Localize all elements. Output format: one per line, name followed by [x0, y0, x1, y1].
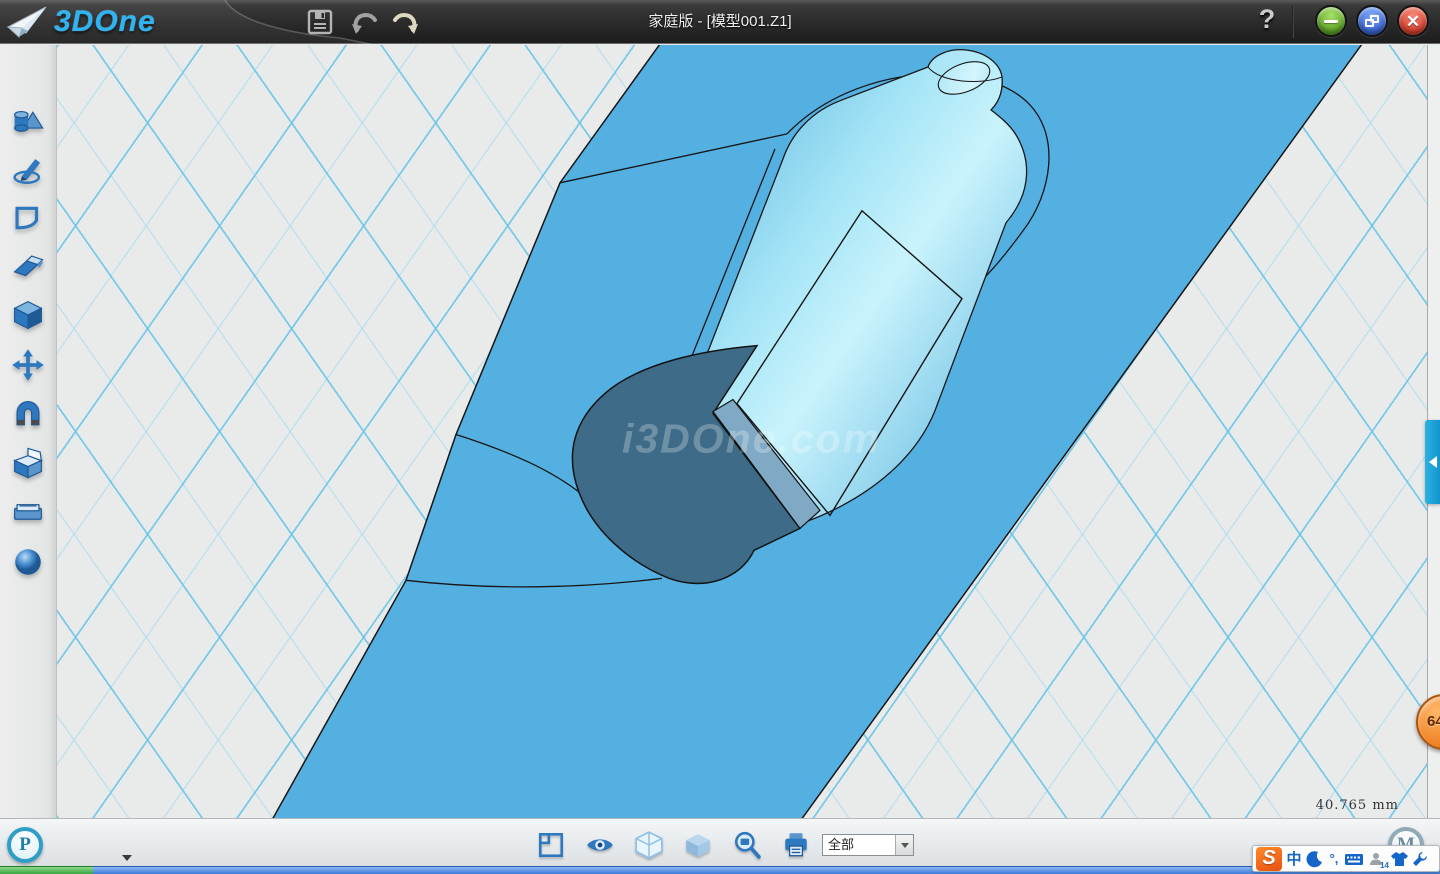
restore-button[interactable]: [1356, 5, 1388, 37]
moon-icon[interactable]: [1306, 848, 1324, 870]
close-button[interactable]: ✕: [1397, 5, 1429, 37]
3d-canvas: i3DOne.com: [57, 45, 1427, 818]
snap-magnet-tool[interactable]: [11, 398, 45, 432]
title-bar: 3DOne 家庭版 - [模型001.Z1] ? ✕: [0, 0, 1440, 44]
left-toolbar: [0, 45, 57, 818]
plugin-p-badge[interactable]: P: [7, 827, 43, 863]
3done-app-window: { "window": { "brand": "3DOne", "title":…: [0, 0, 1440, 874]
panel-expand-tab[interactable]: [1425, 420, 1440, 504]
shaded-cube-icon[interactable]: [683, 830, 713, 860]
ime-user-badge: 14: [1380, 861, 1389, 870]
display-filter-value: 全部: [823, 835, 895, 855]
layout-corner-icon[interactable]: [536, 830, 566, 860]
display-filter-dropdown[interactable]: 全部: [822, 834, 914, 856]
chevron-down-icon: [901, 843, 909, 848]
titlebar-separator: [1292, 6, 1294, 38]
dropdown-button[interactable]: [895, 835, 913, 855]
ime-language-toggle[interactable]: 中: [1284, 848, 1304, 870]
collapse-arrow-icon: [1429, 456, 1437, 468]
special-shape-tool[interactable]: [11, 446, 45, 480]
taskbar-blue-segment[interactable]: [93, 866, 1440, 874]
bottom-status-bar: P 全部 M: [0, 818, 1440, 866]
measurement-label: 40.765 mm: [1316, 798, 1399, 813]
sketch-edit-tool[interactable]: [11, 201, 45, 235]
taskbar-green-segment[interactable]: [0, 866, 93, 874]
wireframe-cube-icon[interactable]: [634, 830, 664, 860]
keyboard-icon[interactable]: [1344, 848, 1364, 870]
minimize-button[interactable]: [1315, 5, 1347, 37]
window-title: 家庭版 - [模型001.Z1]: [0, 0, 1440, 44]
close-icon: ✕: [1406, 13, 1420, 30]
help-button[interactable]: ?: [1252, 4, 1282, 40]
minimize-icon: [1324, 20, 1338, 23]
solid-box-tool[interactable]: [11, 298, 45, 332]
watermark: i3DOne.com: [622, 415, 881, 461]
taskbar-edge-strip: [0, 866, 1440, 874]
skin-shirt-icon[interactable]: [1390, 848, 1409, 870]
wrench-icon[interactable]: [1411, 848, 1429, 870]
plugin-p-caret-icon[interactable]: [122, 855, 132, 861]
restore-icon: [1365, 15, 1379, 27]
print-icon[interactable]: [781, 830, 811, 860]
ime-user-icon[interactable]: 14: [1366, 848, 1388, 870]
visibility-eye-icon[interactable]: [585, 830, 615, 860]
material-sphere-tool[interactable]: [11, 545, 45, 579]
sketch-draw-tool[interactable]: [11, 153, 45, 187]
sweep-feature-tool[interactable]: [11, 250, 45, 284]
ime-logo[interactable]: S: [1256, 847, 1282, 871]
ime-punctuation-toggle[interactable]: °,: [1326, 848, 1342, 870]
zoom-camera-icon[interactable]: [732, 830, 762, 860]
ime-toolbar: S 中 °, 14: [1252, 845, 1440, 872]
3d-viewport[interactable]: i3DOne.com 40.765 mm: [57, 45, 1427, 818]
primitives-tool[interactable]: [11, 105, 45, 139]
measure-tool[interactable]: [11, 495, 45, 529]
move-tool[interactable]: [11, 348, 45, 382]
